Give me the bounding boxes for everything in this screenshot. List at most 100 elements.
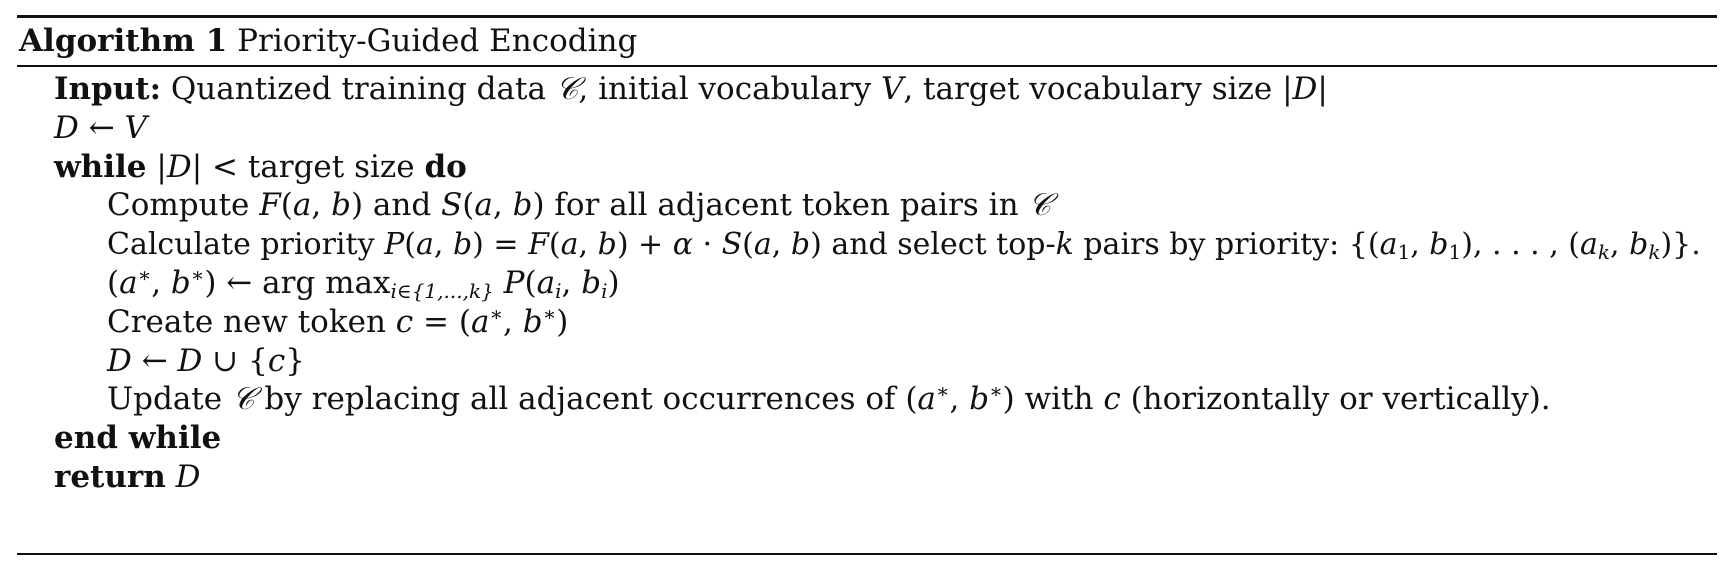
line-text: ∪ { [202,342,268,379]
math-symbol: α [672,227,693,263]
line-text: = ( [413,303,471,340]
math-symbol: a [536,265,556,301]
line-text: Calculate priority [107,227,385,263]
line-text: ( [524,265,537,301]
line-text: ), . . . , ( [1461,227,1581,263]
line-text: , [561,265,582,301]
math-symbol: b [1629,227,1649,263]
line-text: ( [280,187,293,224]
line-text: by replacing all adjacent occurrences of… [254,381,918,418]
math-symbol: a [415,227,434,263]
math-symbol: ∗ [542,301,557,326]
line-text: , [433,227,453,263]
line-text: Create new token [107,303,396,340]
math-symbol: ∗ [989,379,1003,404]
math-symbol: k [1648,240,1661,265]
line-text [494,265,504,301]
math-symbol: ∗ [190,263,205,287]
line-text: Update [107,381,232,418]
bottom-rule [17,553,1717,555]
line-text: pairs by priority: {( [1073,227,1380,263]
math-symbol: b [452,227,473,263]
line-text: , [949,381,970,418]
line-text: | < target size [191,148,425,185]
line-text: ← [78,109,125,146]
math-symbol: a [119,265,138,301]
line-text: ( [107,265,120,301]
keyword: end while [54,420,222,457]
math-symbol: a [470,303,490,340]
math-symbol: V [124,109,147,146]
math-symbol: 𝒞 [231,381,255,418]
math-symbol: a [753,227,772,263]
algorithm-line: Input: Quantized training data 𝒞, initia… [54,68,1328,111]
math-symbol: F [528,227,549,263]
line-text: ) [556,303,569,340]
line-text: ) + [616,227,673,263]
math-symbol: ∗ [137,263,152,287]
math-symbol: 1 [1448,240,1462,265]
caption-rule [17,65,1717,67]
algorithm-label: Algorithm 1 [19,23,228,59]
keyword: while [54,148,147,185]
math-symbol: a [292,187,312,224]
line-text: ← [131,342,178,379]
math-symbol: P [384,227,405,263]
algorithm-line: end while [54,417,221,460]
line-text: ) with [1002,381,1104,418]
line-text: , [151,265,171,301]
line-text: (horizontally or vertically). [1120,381,1551,418]
line-text: , [503,303,523,340]
line-text: } [285,342,305,379]
algorithm-line: Compute F(a, b) and S(a, b) for all adja… [107,184,1051,227]
line-text: ) and select top- [810,227,1056,263]
line-text: | [146,148,167,185]
math-symbol: 𝒞 [555,71,579,107]
line-text: , initial vocabulary [578,71,881,107]
math-symbol: D [177,342,203,379]
line-text: , [578,227,598,263]
algorithm-line: Calculate priority P(a, b) = F(a, b) + α… [107,223,1701,266]
math-symbol: b [597,227,617,263]
math-symbol: b [522,303,543,340]
math-symbol: P [503,265,525,301]
math-symbol: a [1379,227,1398,263]
line-text: , [1610,227,1630,263]
math-symbol: a [1580,227,1598,263]
math-symbol: a [560,227,579,263]
math-symbol: S [441,187,463,224]
math-symbol: D [175,459,201,495]
line-text: ) [607,265,620,301]
math-symbol: 1 [1397,240,1411,265]
math-symbol: k [1597,240,1611,265]
math-symbol: b [1429,227,1449,263]
math-symbol: c [1103,381,1121,418]
math-symbol: V [880,71,904,107]
line-text: )}. [1660,227,1701,263]
math-symbol: D [107,342,132,379]
math-symbol: b [790,227,811,263]
keyword: do [424,148,467,185]
math-symbol: F [259,187,281,224]
line-text: ( [462,187,475,224]
line-text: Compute [107,187,260,224]
line-text: , [1410,227,1430,263]
line-text: , [492,187,513,224]
line-text: ( [742,227,754,263]
algorithm-line: Create new token c = (a∗, b∗) [107,301,568,344]
math-symbol: b [512,187,533,224]
math-symbol: b [170,265,191,301]
line-text: ) ← arg max [204,265,391,301]
math-symbol: ∗ [489,301,504,326]
line-text: · [693,227,722,263]
keyword: Input: [54,71,162,107]
math-symbol: b [969,381,990,418]
line-text: ( [548,227,561,263]
line-text: , [771,227,791,263]
algorithm-line: (a∗, b∗) ← arg maxi∈{1,...,k} P(ai, bi) [107,262,620,305]
line-text: ) and [350,187,442,224]
line-text [166,459,176,495]
algorithm-caption: Algorithm 1 Priority-Guided Encoding [19,18,637,64]
algorithm-line: return D [54,456,201,499]
math-symbol: D [54,109,79,146]
